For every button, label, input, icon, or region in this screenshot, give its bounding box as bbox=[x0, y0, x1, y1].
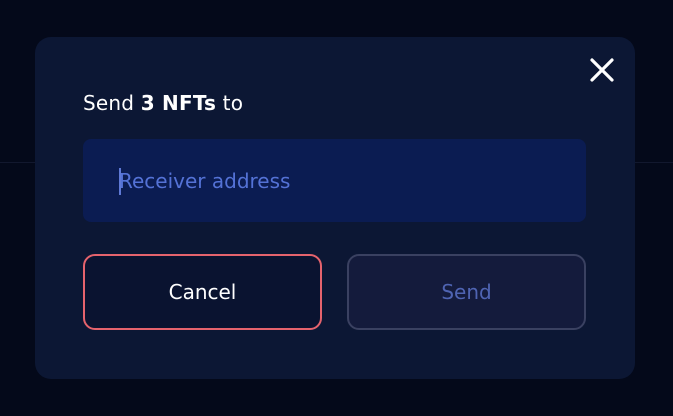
nft-count: 3 NFTs bbox=[140, 91, 217, 115]
close-button[interactable] bbox=[589, 57, 615, 83]
receiver-address-input[interactable] bbox=[83, 139, 586, 222]
close-icon bbox=[590, 58, 614, 82]
send-nft-dialog: Send 3 NFTs to Cancel Send bbox=[35, 37, 635, 379]
dialog-title: Send 3 NFTs to bbox=[83, 91, 243, 115]
title-suffix: to bbox=[216, 91, 244, 115]
cancel-button[interactable]: Cancel bbox=[83, 254, 322, 330]
send-button[interactable]: Send bbox=[347, 254, 586, 330]
text-caret bbox=[119, 168, 121, 195]
title-prefix: Send bbox=[83, 91, 141, 115]
